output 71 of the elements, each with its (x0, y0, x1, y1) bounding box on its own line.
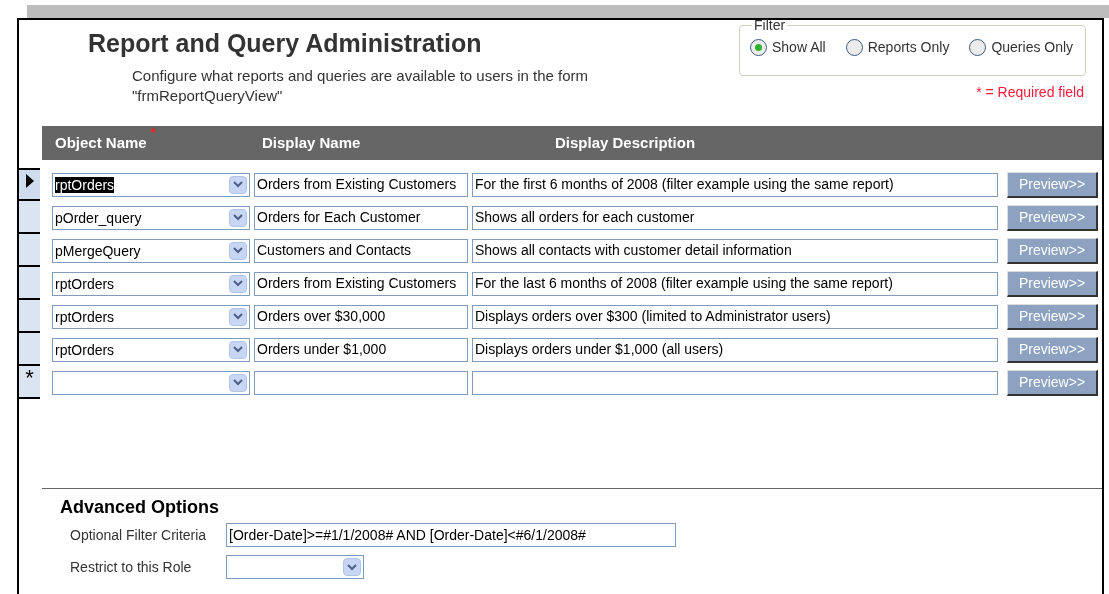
required-field-note: * = Required field (976, 83, 1084, 102)
object-name-combo[interactable]: rptOrders (52, 337, 250, 362)
display-name-field[interactable]: Orders under $1,000 (254, 337, 468, 362)
description-field[interactable]: Shows all contacts with customer detail information (472, 238, 998, 263)
chevron-down-icon (233, 247, 243, 254)
dropdown-button[interactable] (229, 241, 247, 260)
radio-button[interactable] (750, 39, 767, 56)
page-description: Configure what reports and queries are available to users in the form "frmReportQueryView" (132, 66, 590, 106)
display-name-field[interactable]: Orders over $30,000 (254, 304, 468, 329)
combo-value: pMergeQuery (55, 242, 141, 259)
dropdown-button[interactable] (229, 373, 247, 392)
new-record-marker: * (25, 366, 34, 392)
display-name-field[interactable] (254, 370, 468, 395)
dropdown-button[interactable] (229, 274, 247, 293)
dropdown-button[interactable] (229, 208, 247, 227)
dropdown-button[interactable] (343, 558, 361, 576)
chevron-down-icon (233, 214, 243, 221)
field-label: Restrict to this Role (70, 557, 193, 577)
record-selector[interactable]: * (17, 366, 40, 399)
filter-radio[interactable]: Reports Only (845, 37, 950, 58)
record-selector[interactable] (17, 234, 40, 267)
dropdown-button[interactable] (229, 175, 247, 194)
description-field[interactable]: For the last 6 months of 2008 (filter example using the same report) (472, 271, 998, 296)
chevron-down-icon (347, 563, 357, 571)
combo-value: rptOrders (55, 275, 115, 292)
record-selector[interactable] (17, 300, 40, 333)
chevron-down-icon (233, 181, 243, 188)
record-selector[interactable] (17, 201, 40, 234)
filter-radio[interactable]: Queries Only (969, 37, 1074, 58)
object-name-combo[interactable]: rptOrders (52, 304, 250, 329)
filter-legend: Filter (752, 18, 788, 32)
chevron-down-icon (233, 346, 243, 353)
combo-value: rptOrders (55, 176, 115, 193)
display-name-field[interactable]: Customers and Contacts (254, 238, 468, 263)
object-name-combo[interactable] (52, 370, 250, 395)
record-selector[interactable] (17, 168, 40, 201)
role-combo[interactable] (226, 555, 364, 579)
chevron-down-icon (233, 313, 243, 320)
description-field[interactable]: Shows all orders for each customer (472, 205, 998, 230)
description-field[interactable]: For the first 6 months of 2008 (filter example using the same report) (472, 172, 998, 197)
description-field[interactable]: Displays orders under $1,000 (all users) (472, 337, 998, 362)
filter-radio[interactable]: Show All (750, 37, 826, 58)
field-label: Optional Filter Criteria (70, 525, 208, 545)
required-mark: * (150, 127, 156, 138)
object-name-combo[interactable]: pMergeQuery (52, 238, 250, 263)
display-name-field[interactable]: Orders from Existing Customers (254, 271, 468, 296)
filter-criteria-field[interactable]: [Order-Date]>=#1/1/2008# AND [Order-Date]<#6/1/2008# (226, 523, 676, 547)
object-name-combo[interactable]: rptOrders (52, 271, 250, 296)
column-header: Display Name (262, 132, 361, 153)
column-header: Object Name (55, 132, 147, 153)
chevron-down-icon (233, 280, 243, 287)
display-name-field[interactable]: Orders for Each Customer (254, 205, 468, 230)
combo-value: rptOrders (55, 308, 115, 325)
section-title: Advanced Options (60, 496, 221, 519)
combo-value: pOrder_query (55, 209, 142, 226)
record-selector[interactable] (17, 333, 40, 366)
dropdown-button[interactable] (229, 340, 247, 359)
dropdown-button[interactable] (229, 307, 247, 326)
description-field[interactable]: Displays orders over $300 (limited to Administrator users) (472, 304, 998, 329)
object-name-combo[interactable]: pOrder_query (52, 205, 250, 230)
current-record-icon (25, 174, 34, 188)
object-name-combo[interactable]: rptOrders (52, 172, 250, 197)
radio-button[interactable] (845, 39, 863, 56)
column-header: Display Description (555, 132, 696, 153)
combo-value: rptOrders (55, 341, 115, 358)
radio-button[interactable] (969, 39, 987, 56)
record-selector[interactable] (17, 267, 40, 300)
description-field[interactable] (472, 370, 998, 395)
page-title: Report and Query Administration (88, 28, 483, 58)
display-name-field[interactable]: Orders from Existing Customers (254, 172, 468, 197)
chevron-down-icon (233, 379, 243, 386)
